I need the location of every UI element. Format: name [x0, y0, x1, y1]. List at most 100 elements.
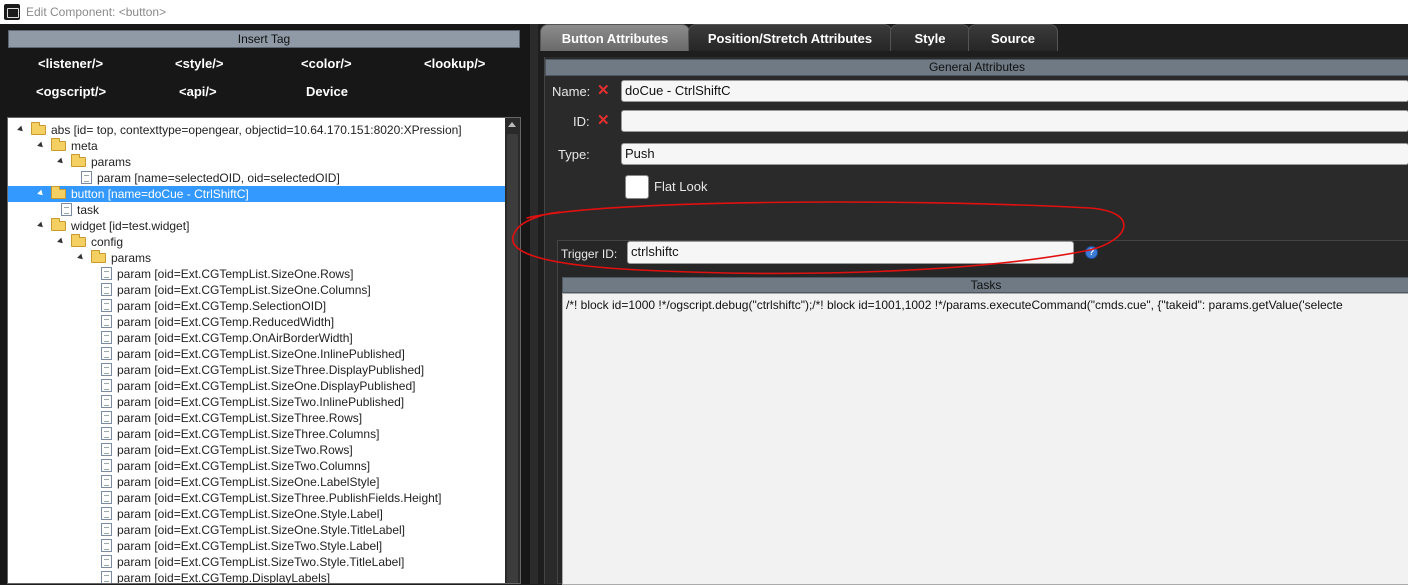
scroll-up-icon[interactable]	[508, 122, 516, 127]
expand-toggle-icon[interactable]	[17, 125, 25, 134]
insert-tag-header: Insert Tag	[8, 30, 520, 48]
tree-node[interactable]: param [oid=Ext.CGTempList.SizeOne.Style.…	[8, 506, 506, 522]
tree-node[interactable]: task	[8, 202, 506, 218]
tasks-code[interactable]: /*! block id=1000 !*/ogscript.debug("ctr…	[566, 298, 1343, 312]
tree-node-label: param [oid=Ext.CGTempList.SizeOne.Inline…	[117, 347, 405, 361]
folder-icon	[71, 154, 86, 167]
tree-node[interactable]: param [oid=Ext.CGTemp.OnAirBorderWidth]	[8, 330, 506, 346]
tree-node[interactable]: param [oid=Ext.CGTemp.DisplayLabels]	[8, 570, 506, 583]
name-label: Name:	[552, 84, 591, 99]
tree-node[interactable]: param [oid=Ext.CGTempList.SizeOne.Inline…	[8, 346, 506, 362]
tree-node-label: params	[111, 251, 152, 265]
remove-id-icon[interactable]: ✕	[597, 111, 610, 129]
document-icon	[101, 443, 112, 456]
split-divider[interactable]	[530, 24, 538, 584]
tree-node-label: param [oid=Ext.CGTempList.SizeThree.Publ…	[117, 491, 442, 505]
flat-look-label: Flat Look	[654, 179, 708, 194]
tag-api-button[interactable]: <api/>	[179, 84, 217, 99]
left-pane: Insert Tag <listener/> <style/> <color/>…	[0, 24, 530, 584]
expand-toggle-icon[interactable]	[77, 253, 85, 262]
tab-source[interactable]: Source	[968, 24, 1058, 51]
document-icon	[81, 171, 92, 184]
tree-node-label: config	[91, 235, 124, 249]
tree-node[interactable]: params	[8, 250, 506, 266]
tree-node-label: param [oid=Ext.CGTempList.SizeOne.Column…	[117, 283, 371, 297]
expand-toggle-icon[interactable]	[37, 141, 45, 150]
tree-node[interactable]: param [oid=Ext.CGTempList.SizeTwo.Rows]	[8, 442, 506, 458]
tree-node-label: param [oid=Ext.CGTempList.SizeOne.Displa…	[117, 379, 416, 393]
tree-node[interactable]: param [oid=Ext.CGTempList.SizeOne.Rows]	[8, 266, 506, 282]
button-attributes-panel: General Attributes Name: ✕ doCue - CtrlS…	[544, 57, 1408, 585]
tree-node-label: param [oid=Ext.CGTempList.SizeTwo.Style.…	[117, 555, 405, 569]
tree-node[interactable]: button [name=doCue - CtrlShiftC]	[8, 186, 506, 202]
expand-toggle-icon[interactable]	[37, 189, 45, 198]
tasks-editor[interactable]: /*! block id=1000 !*/ogscript.debug("ctr…	[562, 293, 1408, 585]
tree-node[interactable]: param [oid=Ext.CGTemp.ReducedWidth]	[8, 314, 506, 330]
tree-node[interactable]: abs [id= top, contexttype=opengear, obje…	[8, 122, 506, 138]
tree-node[interactable]: param [oid=Ext.CGTempList.SizeThree.Colu…	[8, 426, 506, 442]
document-icon	[101, 475, 112, 488]
document-icon	[101, 571, 112, 583]
scroll-thumb[interactable]	[507, 134, 518, 583]
tree-node[interactable]: param [oid=Ext.CGTempList.SizeThree.Rows…	[8, 410, 506, 426]
tag-device-button[interactable]: Device	[306, 84, 348, 99]
tree-node[interactable]: param [oid=Ext.CGTempList.SizeOne.Column…	[8, 282, 506, 298]
tab-style[interactable]: Style	[890, 24, 970, 51]
trigger-id-field[interactable]: ctrlshiftc	[627, 241, 1074, 264]
remove-name-icon[interactable]: ✕	[597, 81, 610, 99]
tree-node-label: param [oid=Ext.CGTempList.SizeThree.Disp…	[117, 363, 425, 377]
tree-node[interactable]: param [oid=Ext.CGTempList.SizeThree.Publ…	[8, 490, 506, 506]
tab-position-stretch-attributes[interactable]: Position/Stretch Attributes	[688, 24, 892, 51]
tag-style-button[interactable]: <style/>	[175, 56, 223, 71]
folder-icon	[51, 186, 66, 199]
document-icon	[61, 203, 72, 216]
trigger-section: Trigger ID: ctrlshiftc ? Tasks /*! block…	[557, 240, 1408, 585]
tree-node-label: params	[91, 155, 132, 169]
tree-node[interactable]: params	[8, 154, 506, 170]
tree-node-label: meta	[71, 139, 98, 153]
tree-node[interactable]: param [oid=Ext.CGTempList.SizeTwo.Column…	[8, 458, 506, 474]
tag-listener-button[interactable]: <listener/>	[38, 56, 103, 71]
tree-node[interactable]: config	[8, 234, 506, 250]
expand-toggle-icon[interactable]	[57, 157, 65, 166]
tree-scrollbar[interactable]	[505, 118, 520, 583]
document-icon	[101, 379, 112, 392]
name-field[interactable]: doCue - CtrlShiftC	[621, 80, 1408, 102]
tree-node-label: param [oid=Ext.CGTempList.SizeTwo.Rows]	[117, 443, 353, 457]
tab-button-attributes[interactable]: Button Attributes	[540, 24, 690, 51]
tag-color-button[interactable]: <color/>	[301, 56, 352, 71]
window-title: Edit Component: <button>	[26, 5, 167, 19]
tree-node[interactable]: param [oid=Ext.CGTempList.SizeOne.Displa…	[8, 378, 506, 394]
document-icon	[101, 363, 112, 376]
help-icon[interactable]: ?	[1085, 246, 1098, 259]
tree-node-label: param [oid=Ext.CGTemp.OnAirBorderWidth]	[117, 331, 353, 345]
document-icon	[101, 427, 112, 440]
tag-ogscript-button[interactable]: <ogscript/>	[36, 84, 106, 99]
tree-node-label: param [oid=Ext.CGTemp.ReducedWidth]	[117, 315, 335, 329]
document-icon	[101, 459, 112, 472]
document-icon	[101, 299, 112, 312]
tree-node[interactable]: param [oid=Ext.CGTemp.SelectionOID]	[8, 298, 506, 314]
app-icon	[4, 4, 20, 20]
tree-node[interactable]: param [name=selectedOID, oid=selectedOID…	[8, 170, 506, 186]
tree-node[interactable]: meta	[8, 138, 506, 154]
tag-lookup-button[interactable]: <lookup/>	[424, 56, 485, 71]
tree-node[interactable]: widget [id=test.widget]	[8, 218, 506, 234]
tree-node[interactable]: param [oid=Ext.CGTempList.SizeThree.Disp…	[8, 362, 506, 378]
tree-node[interactable]: param [oid=Ext.CGTempList.SizeOne.LabelS…	[8, 474, 506, 490]
tree-node[interactable]: param [oid=Ext.CGTempList.SizeTwo.Style.…	[8, 554, 506, 570]
tree-node[interactable]: param [oid=Ext.CGTempList.SizeTwo.Style.…	[8, 538, 506, 554]
type-label: Type:	[558, 147, 590, 162]
document-icon	[101, 523, 112, 536]
tree-node[interactable]: param [oid=Ext.CGTempList.SizeOne.Style.…	[8, 522, 506, 538]
expand-toggle-icon[interactable]	[37, 221, 45, 230]
tree-node-label: button [name=doCue - CtrlShiftC]	[71, 187, 249, 201]
type-select[interactable]: Push	[621, 143, 1408, 165]
expand-toggle-icon[interactable]	[57, 237, 65, 246]
id-field[interactable]	[621, 110, 1408, 132]
folder-icon	[71, 234, 86, 247]
flat-look-checkbox[interactable]	[625, 175, 649, 199]
component-tree[interactable]: abs [id= top, contexttype=opengear, obje…	[7, 117, 521, 584]
tree-node-label: param [oid=Ext.CGTempList.SizeOne.Style.…	[117, 523, 406, 537]
tree-node[interactable]: param [oid=Ext.CGTempList.SizeTwo.Inline…	[8, 394, 506, 410]
